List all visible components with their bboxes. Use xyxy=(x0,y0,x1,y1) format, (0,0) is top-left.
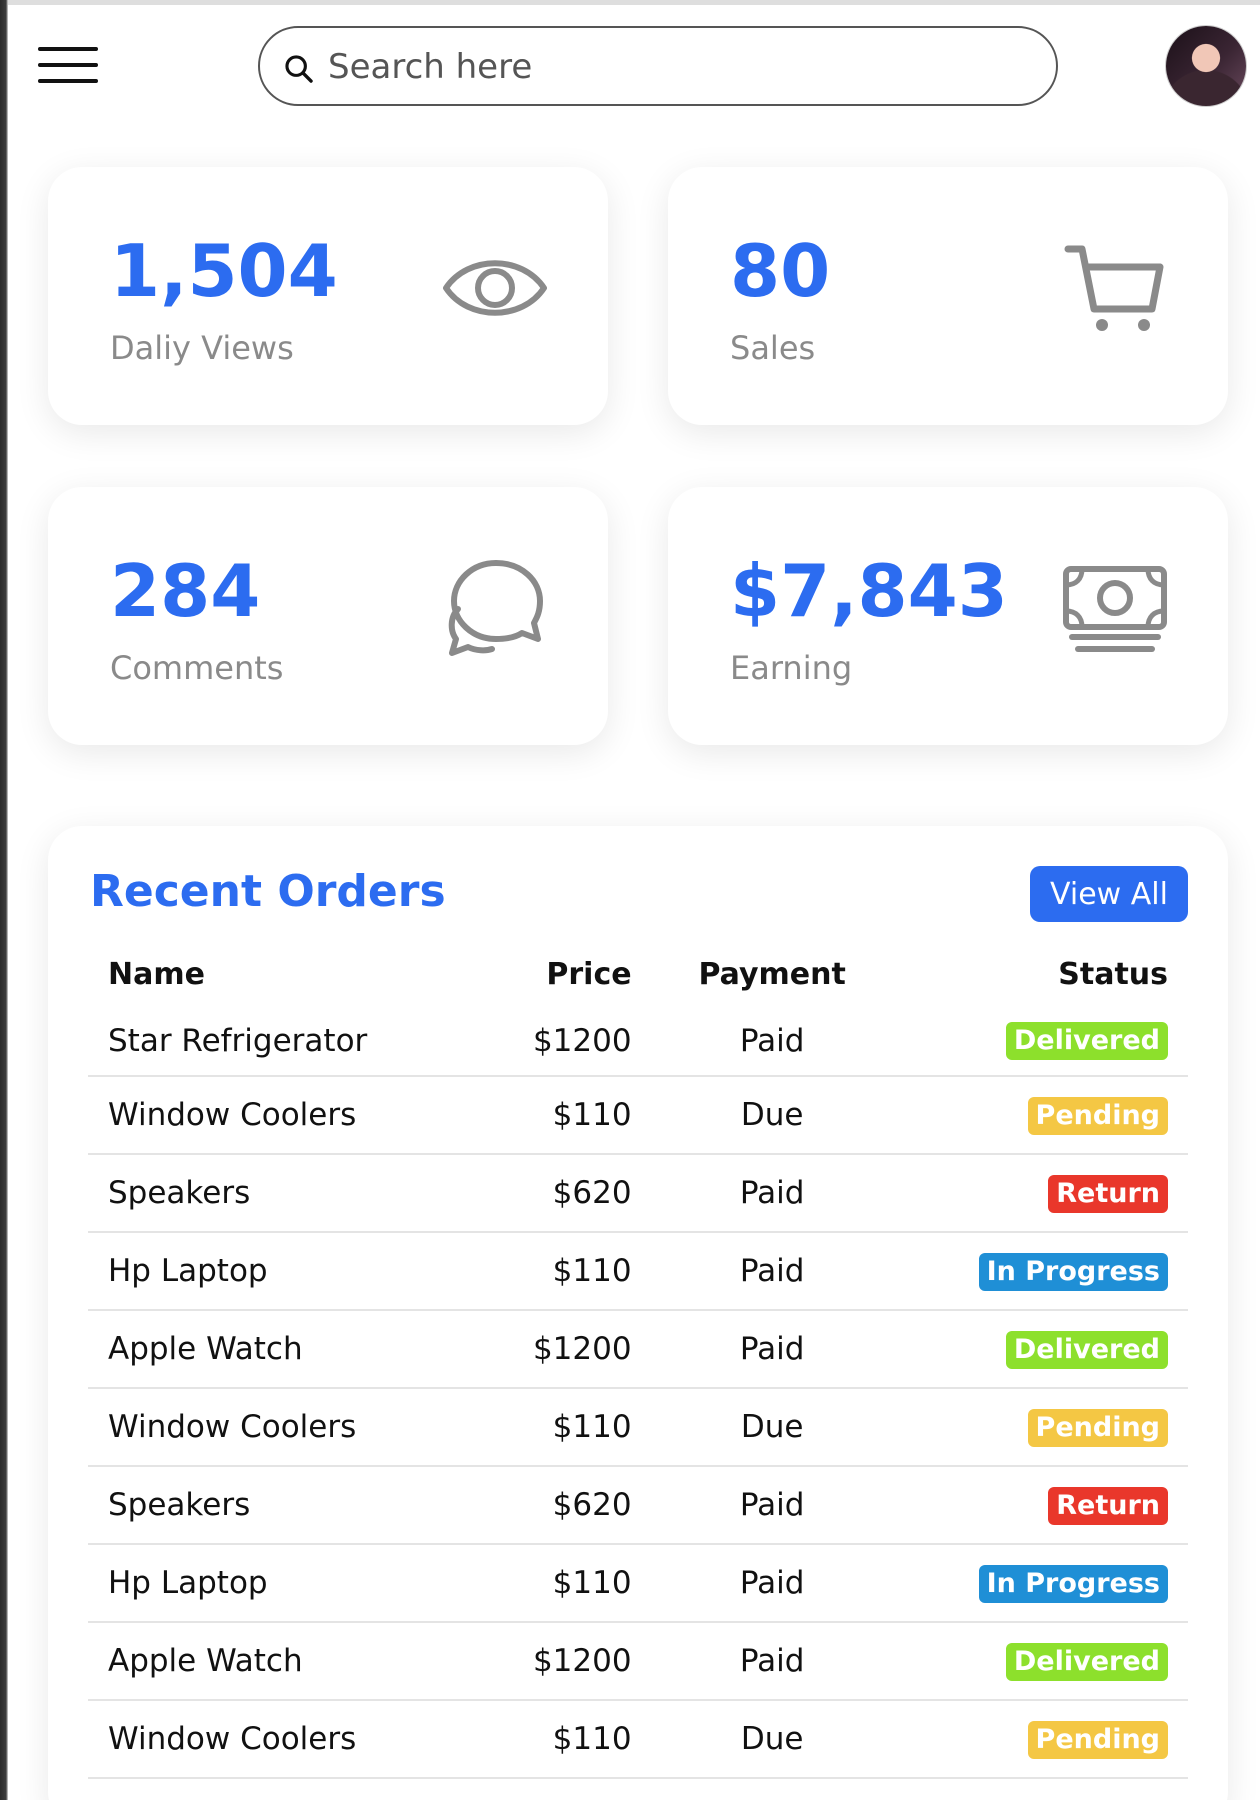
order-name: Window Coolers xyxy=(88,1388,474,1467)
table-row[interactable]: Window Coolers $110 Due Pending xyxy=(88,1076,1188,1155)
stat-card-earning[interactable]: $7,843 Earning xyxy=(668,487,1228,745)
stat-card-daily-views[interactable]: 1,504 Daliy Views xyxy=(48,167,608,425)
order-payment: Due xyxy=(651,1700,893,1779)
table-header-row: Name Price Payment Status xyxy=(88,942,1188,1006)
order-price: $1200 xyxy=(473,1622,652,1701)
stat-number: 80 xyxy=(730,229,831,313)
table-row[interactable]: Apple Watch $1200 Paid Delivered xyxy=(88,1310,1188,1389)
search-bar[interactable] xyxy=(258,26,1058,106)
dashboard-page: 1,504 Daliy Views 80 Sales 284 Comments … xyxy=(0,0,1260,1800)
stat-card-comments[interactable]: 284 Comments xyxy=(48,487,608,745)
order-payment: Paid xyxy=(651,1466,893,1545)
column-header-status: Status xyxy=(1058,956,1168,992)
order-status-cell: In Progress xyxy=(892,1544,1188,1623)
table-row[interactable]: Speakers $620 Paid Return xyxy=(88,1466,1188,1545)
recent-orders-panel: Recent Orders View All Name Price Paymen… xyxy=(48,826,1228,1800)
order-payment: Paid xyxy=(651,1544,893,1623)
cash-icon xyxy=(1063,566,1167,652)
status-badge: Pending xyxy=(1027,1408,1168,1447)
stat-number: 284 xyxy=(110,549,261,633)
order-price: $110 xyxy=(473,1232,652,1311)
order-name: Speakers xyxy=(88,1154,474,1233)
order-status-cell: In Progress xyxy=(892,1232,1188,1311)
order-price: $1200 xyxy=(473,1006,652,1077)
stat-number: 1,504 xyxy=(110,229,338,313)
window-edge xyxy=(0,0,8,1800)
status-badge: In Progress xyxy=(978,1564,1168,1603)
order-name: Hp Laptop xyxy=(88,1544,474,1623)
stat-card-sales[interactable]: 80 Sales xyxy=(668,167,1228,425)
menu-toggle-icon[interactable] xyxy=(38,47,100,87)
orders-table: Name Price Payment Status Star Refrigera… xyxy=(88,942,1188,1779)
order-payment: Paid xyxy=(651,1154,893,1233)
order-price: $620 xyxy=(473,1154,652,1233)
order-payment: Paid xyxy=(651,1232,893,1311)
chat-icon xyxy=(448,560,543,656)
order-payment: Paid xyxy=(651,1622,893,1701)
table-row[interactable]: Speakers $620 Paid Return xyxy=(88,1154,1188,1233)
table-row[interactable]: Hp Laptop $110 Paid In Progress xyxy=(88,1544,1188,1623)
order-status-cell: Pending xyxy=(892,1076,1188,1155)
stat-label: Sales xyxy=(730,329,816,367)
status-badge: Pending xyxy=(1027,1720,1168,1759)
order-name: Apple Watch xyxy=(88,1622,474,1701)
status-badge: Return xyxy=(1048,1174,1168,1213)
stat-label: Daliy Views xyxy=(110,329,294,367)
order-name: Star Refrigerator xyxy=(88,1006,474,1077)
status-badge: Return xyxy=(1048,1486,1168,1525)
order-name: Speakers xyxy=(88,1466,474,1545)
eye-icon xyxy=(443,260,547,316)
order-price: $110 xyxy=(473,1388,652,1467)
order-status-cell: Pending xyxy=(892,1700,1188,1779)
status-badge: In Progress xyxy=(978,1252,1168,1291)
order-payment: Paid xyxy=(651,1006,893,1077)
user-avatar[interactable] xyxy=(1166,26,1246,106)
order-name: Apple Watch xyxy=(88,1310,474,1389)
order-price: $620 xyxy=(473,1466,652,1545)
order-price: $110 xyxy=(473,1700,652,1779)
status-badge: Delivered xyxy=(1005,1022,1168,1060)
status-badge: Delivered xyxy=(1005,1642,1168,1681)
order-status-cell: Delivered xyxy=(892,1310,1188,1389)
stat-number: $7,843 xyxy=(730,549,1008,633)
table-row[interactable]: Window Coolers $110 Due Pending xyxy=(88,1700,1188,1779)
order-payment: Paid xyxy=(651,1310,893,1389)
cart-icon xyxy=(1064,245,1164,331)
stat-label: Comments xyxy=(110,649,284,687)
column-header-name: Name xyxy=(108,956,205,992)
order-payment: Due xyxy=(651,1388,893,1467)
order-status-cell: Pending xyxy=(892,1388,1188,1467)
order-status-cell: Delivered xyxy=(892,1006,1188,1077)
top-bar xyxy=(8,5,1260,135)
order-name: Window Coolers xyxy=(88,1076,474,1155)
table-row[interactable]: Window Coolers $110 Due Pending xyxy=(88,1388,1188,1467)
column-header-payment: Payment xyxy=(698,956,846,992)
order-name: Hp Laptop xyxy=(88,1232,474,1311)
table-row[interactable]: Star Refrigerator $1200 Paid Delivered xyxy=(88,1006,1188,1077)
order-status-cell: Return xyxy=(892,1154,1188,1233)
order-payment: Due xyxy=(651,1076,893,1155)
search-input[interactable] xyxy=(328,42,1028,92)
table-row[interactable]: Hp Laptop $110 Paid In Progress xyxy=(88,1232,1188,1311)
order-status-cell: Delivered xyxy=(892,1622,1188,1701)
order-price: $110 xyxy=(473,1076,652,1155)
order-price: $1200 xyxy=(473,1310,652,1389)
order-status-cell: Return xyxy=(892,1466,1188,1545)
search-icon xyxy=(285,55,313,83)
order-name: Window Coolers xyxy=(88,1700,474,1779)
status-badge: Pending xyxy=(1027,1096,1168,1135)
status-badge: Delivered xyxy=(1005,1330,1168,1369)
column-header-price: Price xyxy=(546,956,632,992)
view-all-button[interactable]: View All xyxy=(1030,866,1188,922)
table-row[interactable]: Apple Watch $1200 Paid Delivered xyxy=(88,1622,1188,1701)
order-price: $110 xyxy=(473,1544,652,1623)
recent-orders-title: Recent Orders xyxy=(90,866,446,917)
stat-label: Earning xyxy=(730,649,853,687)
